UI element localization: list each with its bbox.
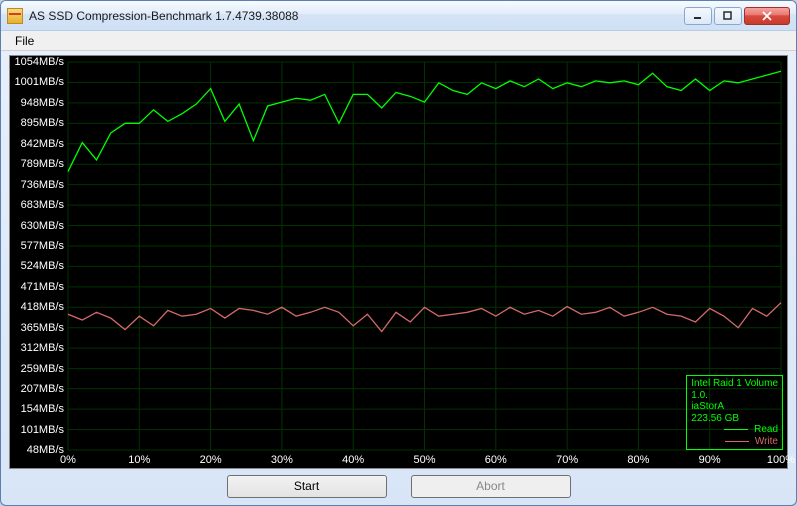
legend-write-row: Write: [691, 436, 778, 448]
close-button[interactable]: [744, 7, 790, 25]
legend-box: Intel Raid 1 Volume 1.0. iaStorA 223.56 …: [686, 375, 783, 450]
y-tick-label: 789MB/s: [21, 158, 64, 170]
x-tick-label: 80%: [627, 454, 649, 466]
legend-capacity: 223.56 GB: [691, 413, 778, 425]
maximize-button[interactable]: [714, 7, 742, 25]
y-tick-label: 948MB/s: [21, 97, 64, 109]
y-tick-label: 895MB/s: [21, 117, 64, 129]
y-tick-label: 259MB/s: [21, 363, 64, 375]
y-tick-label: 154MB/s: [21, 403, 64, 415]
app-icon: [7, 8, 23, 24]
x-tick-label: 0%: [60, 454, 76, 466]
menubar: File: [1, 31, 796, 51]
maximize-icon: [723, 11, 733, 21]
y-tick-label: 207MB/s: [21, 383, 64, 395]
y-tick-label: 524MB/s: [21, 260, 64, 272]
legend-write-line: [725, 441, 749, 442]
x-tick-label: 40%: [342, 454, 364, 466]
legend-driver: iaStorA: [691, 401, 778, 413]
y-tick-label: 418MB/s: [21, 301, 64, 313]
y-tick-label: 1054MB/s: [14, 56, 64, 68]
y-tick-label: 736MB/s: [21, 179, 64, 191]
abort-button[interactable]: Abort: [411, 475, 571, 498]
titlebar[interactable]: AS SSD Compression-Benchmark 1.7.4739.38…: [1, 1, 796, 31]
window-title: AS SSD Compression-Benchmark 1.7.4739.38…: [29, 9, 684, 23]
x-tick-label: 30%: [271, 454, 293, 466]
chart-area: Intel Raid 1 Volume 1.0. iaStorA 223.56 …: [9, 55, 788, 469]
y-tick-label: 1001MB/s: [14, 76, 64, 88]
button-row: Start Abort: [1, 471, 796, 505]
close-icon: [762, 11, 772, 21]
menu-file[interactable]: File: [7, 32, 42, 50]
x-tick-label: 100%: [767, 454, 795, 466]
x-tick-label: 20%: [200, 454, 222, 466]
y-tick-label: 365MB/s: [21, 322, 64, 334]
legend-read-row: Read: [691, 424, 778, 436]
x-tick-label: 50%: [413, 454, 435, 466]
y-tick-label: 471MB/s: [21, 281, 64, 293]
legend-write-label: Write: [755, 436, 778, 448]
x-tick-label: 10%: [128, 454, 150, 466]
minimize-button[interactable]: [684, 7, 712, 25]
legend-version: 1.0.: [691, 390, 778, 402]
app-window: AS SSD Compression-Benchmark 1.7.4739.38…: [0, 0, 797, 506]
legend-device: Intel Raid 1 Volume: [691, 378, 778, 390]
y-tick-label: 683MB/s: [21, 199, 64, 211]
minimize-icon: [693, 11, 703, 21]
y-tick-label: 630MB/s: [21, 220, 64, 232]
x-tick-label: 90%: [699, 454, 721, 466]
y-tick-label: 312MB/s: [21, 342, 64, 354]
legend-read-line: [724, 429, 748, 430]
y-tick-label: 48MB/s: [27, 444, 64, 456]
y-tick-label: 842MB/s: [21, 138, 64, 150]
chart-svg: [10, 56, 787, 468]
y-tick-label: 577MB/s: [21, 240, 64, 252]
x-tick-label: 60%: [485, 454, 507, 466]
window-controls: [684, 7, 790, 25]
x-tick-label: 70%: [556, 454, 578, 466]
legend-read-label: Read: [754, 424, 778, 436]
y-tick-label: 101MB/s: [21, 424, 64, 436]
start-button[interactable]: Start: [227, 475, 387, 498]
